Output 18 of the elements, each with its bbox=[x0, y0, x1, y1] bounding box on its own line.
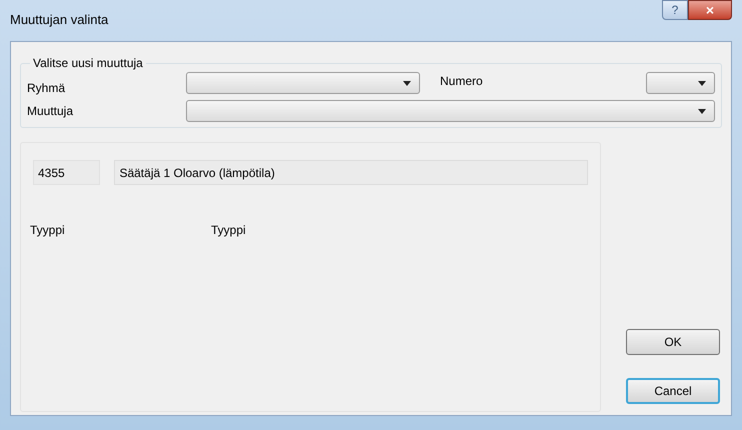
number-label: Numero bbox=[440, 73, 484, 90]
type-value: Tyyppi bbox=[211, 222, 246, 239]
dropdown[interactable] bbox=[186, 72, 420, 94]
dialog-button[interactable]: Cancel bbox=[626, 378, 720, 404]
group-title: Valitse uusi muuttuja bbox=[32, 55, 144, 72]
group-label: Ryhmä bbox=[27, 80, 66, 97]
variable-label: Muuttuja bbox=[27, 103, 74, 120]
dropdown[interactable] bbox=[186, 100, 715, 122]
window-title: Muuttujan valinta bbox=[10, 11, 108, 29]
id-field: 4355 bbox=[33, 160, 100, 185]
caret-icon bbox=[698, 108, 706, 114]
caret-icon bbox=[698, 80, 706, 86]
type-label: Tyyppi bbox=[30, 222, 66, 239]
name-field: Säätäjä 1 Oloarvo (lämpötila) bbox=[114, 160, 588, 185]
dialog-button[interactable]: OK bbox=[626, 329, 720, 355]
dropdown[interactable] bbox=[646, 72, 715, 94]
help-button[interactable]: ? bbox=[662, 0, 688, 20]
caret-icon bbox=[403, 80, 411, 86]
